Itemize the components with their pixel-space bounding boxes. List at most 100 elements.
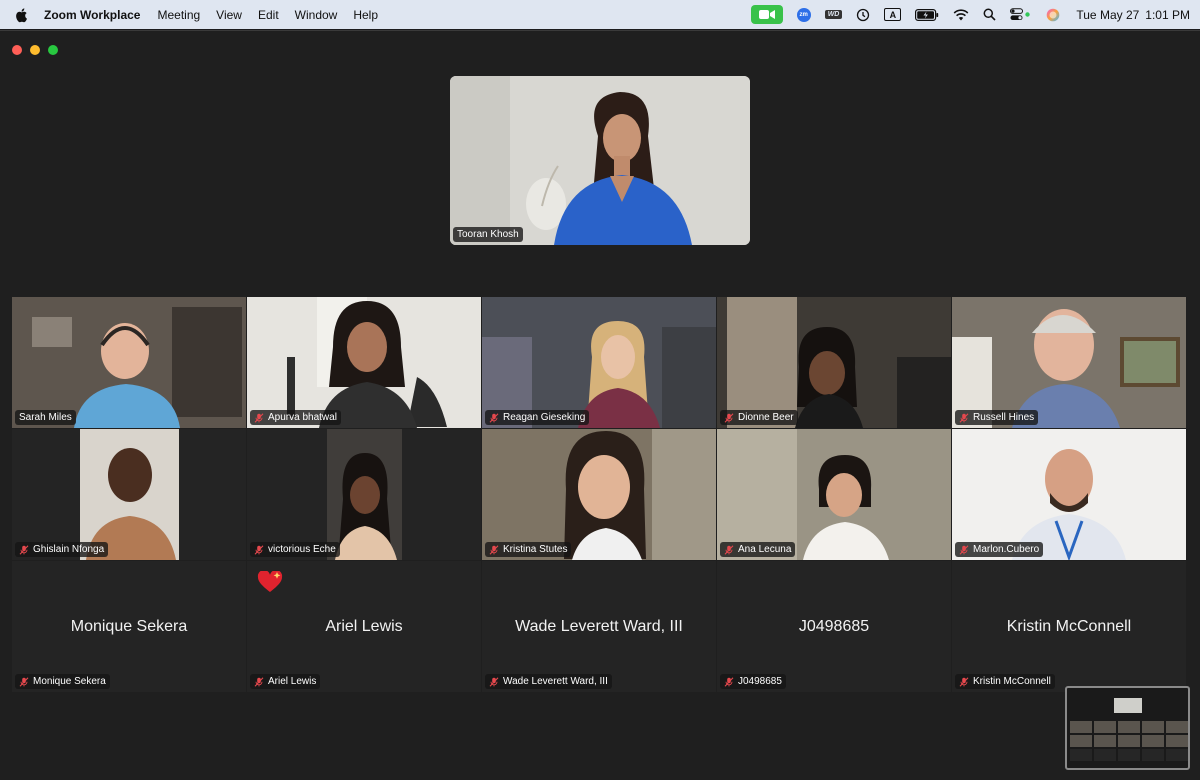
control-center-icon[interactable] (1010, 0, 1032, 29)
participant-name-tag: Wade Leverett Ward, III (485, 674, 612, 689)
close-window-button[interactable] (12, 45, 22, 55)
thumbnail-cell (1094, 749, 1116, 761)
menu-meeting[interactable]: Meeting (157, 8, 200, 22)
thumbnail-cell (1142, 749, 1164, 761)
meeting-thumbnail-preview[interactable] (1065, 686, 1190, 770)
participant-display-name: Wade Leverett Ward, III (515, 617, 683, 635)
menu-view[interactable]: View (216, 8, 242, 22)
participant-video-frame (482, 297, 716, 428)
zoom-icon[interactable]: zm (796, 0, 811, 29)
wifi-icon[interactable] (953, 0, 969, 29)
muted-microphone-icon (959, 412, 969, 423)
participant-tile-reagan-gieseking[interactable]: Reagan Gieseking (482, 297, 716, 428)
thumbnail-cell (1118, 749, 1140, 761)
participant-name: Ghislain Nfonga (33, 544, 105, 555)
participant-name-tag: Ghislain Nfonga (15, 542, 109, 557)
participant-tile-apurva-bhatwal[interactable]: Apurva bhatwal (247, 297, 481, 428)
status-area: zm WD A Tue May 27 1:01 PM (750, 0, 1190, 29)
participant-tile-victorious-eche[interactable]: victorious Eche (247, 429, 481, 560)
muted-microphone-icon (254, 412, 264, 423)
participant-tile-kristina-stutes[interactable]: Kristina Stutes (482, 429, 716, 560)
menu-edit[interactable]: Edit (258, 8, 279, 22)
muted-microphone-icon (724, 676, 734, 687)
participant-tile-ariel-lewis[interactable]: Ariel Lewis Ariel Lewis (247, 561, 481, 692)
menu-app-name[interactable]: Zoom Workplace (44, 8, 140, 22)
thumbnail-cell (1118, 721, 1140, 733)
menu-help[interactable]: Help (353, 8, 378, 22)
thumbnail-cell (1094, 735, 1116, 747)
muted-microphone-icon (724, 544, 734, 555)
participant-name-tag: Dionne Beer (720, 410, 798, 425)
participant-name: Sarah Miles (19, 412, 72, 423)
search-icon[interactable] (983, 0, 996, 29)
menu-bar: Zoom Workplace Meeting View Edit Window … (0, 0, 1200, 29)
participant-name: Ana Lecuna (738, 544, 792, 555)
muted-microphone-icon (489, 676, 499, 687)
participant-name: Reagan Gieseking (503, 412, 586, 423)
apple-icon[interactable] (14, 7, 30, 23)
menubar-clock[interactable]: Tue May 27 1:01 PM (1076, 8, 1190, 22)
participant-name-tag: Russell Hines (955, 410, 1039, 425)
participant-display-name: Ariel Lewis (325, 617, 403, 635)
participant-tile-j0498685[interactable]: J0498685 J0498685 (717, 561, 951, 692)
participant-name: Dionne Beer (738, 412, 794, 423)
participant-video-frame (717, 429, 951, 560)
thumbnail-cell (1142, 721, 1164, 733)
minimize-window-button[interactable] (30, 45, 40, 55)
menu-window[interactable]: Window (295, 8, 338, 22)
participant-tile-ghislain-nfonga[interactable]: Ghislain Nfonga (12, 429, 246, 560)
speaker-name: Tooran Khosh (457, 229, 519, 240)
participant-tile-russell-hines[interactable]: Russell Hines (952, 297, 1186, 428)
thumbnail-cell (1070, 735, 1092, 747)
menubar-time: 1:01 PM (1145, 7, 1190, 22)
participant-video-frame (952, 297, 1186, 428)
muted-microphone-icon (19, 544, 29, 555)
wd-drive-icon[interactable]: WD (824, 0, 843, 29)
participant-name: J0498685 (738, 676, 782, 687)
thumbnail-cell (1118, 735, 1140, 747)
participant-tile-monique-sekera[interactable]: Monique Sekera Monique Sekera (12, 561, 246, 692)
thumbnail-cell (1070, 721, 1092, 733)
participant-name-tag: victorious Eche (250, 542, 340, 557)
participant-tile-wade-leverett-ward[interactable]: Wade Leverett Ward, III Wade Leverett Wa… (482, 561, 716, 692)
participant-name: Marlon.Cubero (973, 544, 1040, 555)
participant-video-frame (247, 297, 481, 428)
participant-name: Russell Hines (973, 412, 1035, 423)
participant-name-tag: Apurva bhatwal (250, 410, 341, 425)
thumbnail-speaker (1114, 698, 1142, 713)
video-camera-icon[interactable] (750, 5, 783, 24)
window-controls (12, 45, 58, 55)
speaker-name-tag: Tooran Khosh (453, 227, 523, 242)
participant-tile-kristin-mcconnell[interactable]: Kristin McConnell Kristin McConnell (952, 561, 1186, 692)
muted-microphone-icon (254, 676, 264, 687)
participant-video-frame (327, 429, 402, 560)
maximize-window-button[interactable] (48, 45, 58, 55)
participant-display-name: Monique Sekera (70, 617, 188, 635)
participant-name: Wade Leverett Ward, III (503, 676, 608, 687)
input-source-icon[interactable]: A (884, 0, 902, 29)
muted-microphone-icon (959, 544, 969, 555)
participant-video-frame (482, 429, 716, 560)
participant-tile-ana-lecuna[interactable]: Ana Lecuna (717, 429, 951, 560)
participant-name-tag: Kristin McConnell (955, 674, 1055, 689)
thumbnail-cell (1142, 735, 1164, 747)
battery-icon[interactable] (915, 0, 939, 29)
siri-icon[interactable] (1046, 0, 1060, 29)
participant-tile-marlon-cubero[interactable]: Marlon.Cubero (952, 429, 1186, 560)
participant-name-tag: Monique Sekera (15, 674, 110, 689)
participant-video-frame (12, 297, 246, 428)
participant-name-tag: Reagan Gieseking (485, 410, 590, 425)
participant-name: Monique Sekera (33, 676, 106, 687)
participant-name: Kristina Stutes (503, 544, 568, 555)
participant-display-name: J0498685 (798, 617, 870, 635)
participant-tile-dionne-beer[interactable]: Dionne Beer (717, 297, 951, 428)
participant-tile-sarah-miles[interactable]: Sarah Miles (12, 297, 246, 428)
time-machine-icon[interactable] (856, 0, 870, 29)
participant-name: victorious Eche (268, 544, 336, 555)
participant-video-frame (952, 429, 1186, 560)
active-speaker-video[interactable]: Tooran Khosh (450, 76, 750, 245)
muted-microphone-icon (489, 544, 499, 555)
muted-microphone-icon (19, 676, 29, 687)
zoom-meeting-window: Tooran Khosh Sarah Miles Apurva bhatwal … (0, 30, 1200, 780)
thumbnail-cell (1070, 749, 1092, 761)
